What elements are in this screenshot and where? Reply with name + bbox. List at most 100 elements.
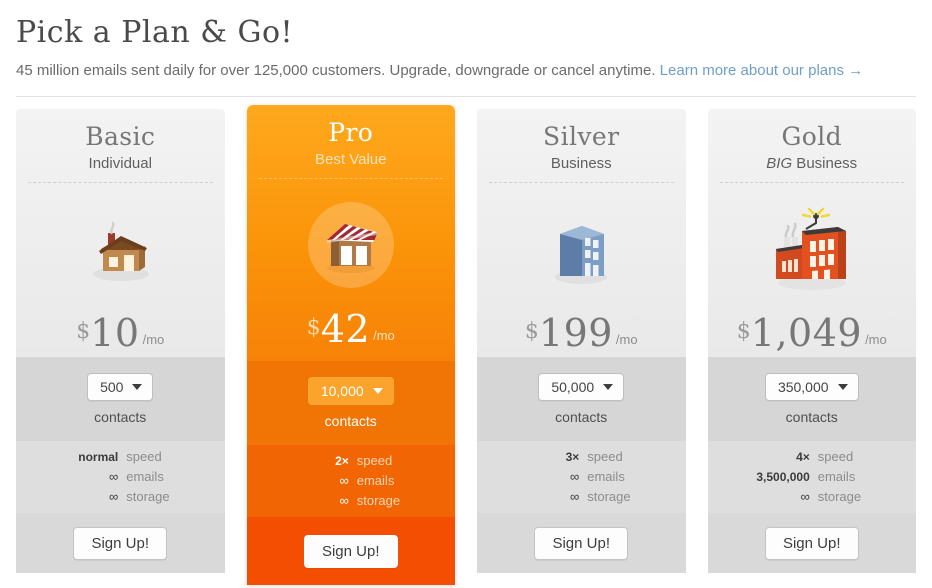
card-contacts-band: 500 contacts: [16, 357, 225, 441]
page-header: Pick a Plan & Go! 45 million emails sent…: [0, 0, 932, 80]
spec-key-speed: speed: [126, 448, 162, 464]
chevron-down-icon: [837, 384, 848, 390]
house-icon: [93, 221, 150, 281]
contacts-label: contacts: [94, 409, 147, 425]
card-top-band: Basic Individual $10/mo: [16, 109, 225, 357]
plan-name: Gold: [781, 122, 843, 151]
arrow-right-icon: →: [848, 61, 864, 79]
card-top-band: Pro Best Value $42/mo: [246, 105, 456, 361]
card-action-band: Sign Up!: [246, 517, 455, 585]
spec-row-emails: 3,500,000 emails: [726, 467, 899, 487]
pricing-card-pro: Pro Best Value $42/mo 10,000 contacts 2×: [246, 105, 456, 585]
contacts-value: 350,000: [777, 379, 829, 395]
plan-specs: normal speed ∞ emails ∞ storage: [16, 447, 225, 507]
signup-button[interactable]: Sign Up!: [764, 526, 859, 560]
plan-tagline: Individual: [88, 154, 152, 172]
plan-specs: 2× speed ∞ emails ∞ storage: [247, 451, 456, 511]
card-contacts-band: 50,000 contacts: [477, 357, 686, 441]
contacts-value: 50,000: [551, 379, 595, 395]
card-specs-band: 2× speed ∞ emails ∞ storage: [246, 445, 456, 517]
plan-price: $199/mo: [477, 311, 686, 355]
spec-row-emails: ∞ emails: [34, 467, 207, 487]
card-top-band: Gold BIG Business $1,049/mo: [707, 109, 917, 357]
contacts-select[interactable]: 10,000: [307, 377, 394, 405]
spec-row-storage: ∞ storage: [495, 487, 668, 507]
card-head: Basic Individual: [16, 109, 225, 172]
chevron-down-icon: [603, 384, 614, 390]
header-divider: [16, 96, 916, 97]
plan-name: Silver: [543, 122, 620, 151]
spec-key-emails: emails: [817, 468, 856, 484]
spec-key-storage: storage: [356, 493, 401, 509]
pricing-card-basic: Basic Individual $10/mo 500 contacts nor…: [16, 109, 225, 573]
plan-name: Pro: [328, 118, 374, 147]
price-period: /mo: [865, 331, 887, 347]
spec-row-storage: ∞ storage: [265, 491, 438, 511]
currency-symbol: $: [524, 318, 539, 344]
plan-specs: 4× speed 3,500,000 emails ∞ storage: [708, 447, 917, 507]
spec-row-speed: 2× speed: [265, 451, 438, 471]
spec-value-speed: 3×: [565, 449, 580, 464]
pricing-card-gold: Gold BIG Business $1,049/mo 350,000 cont…: [707, 109, 917, 573]
plan-tagline: BIG Business: [766, 154, 858, 172]
contacts-label: contacts: [555, 409, 608, 425]
currency-symbol: $: [76, 318, 91, 344]
contacts-select[interactable]: 50,000: [538, 373, 625, 401]
spec-value-emails: ∞: [108, 468, 119, 484]
pricing-card-silver: Silver Business $199/mo 50,000 contacts …: [477, 109, 686, 573]
spec-key-storage: storage: [126, 489, 170, 505]
card-dashed-divider: [489, 181, 674, 183]
card-dashed-divider: [258, 177, 443, 179]
spec-value-emails: ∞: [569, 468, 580, 484]
factory-icon: [775, 207, 846, 290]
spec-row-storage: ∞ storage: [726, 487, 899, 507]
card-specs-band: 4× speed 3,500,000 emails ∞ storage: [707, 441, 917, 513]
spec-key-emails: emails: [587, 468, 625, 484]
currency-symbol: $: [306, 314, 321, 340]
card-specs-band: normal speed ∞ emails ∞ storage: [16, 441, 225, 513]
page-title: Pick a Plan & Go!: [16, 15, 294, 50]
spec-value-emails: 3,500,000: [756, 469, 810, 484]
spec-key-speed: speed: [587, 448, 623, 464]
page-subtitle: 45 million emails sent daily for over 12…: [16, 61, 916, 81]
price-period: /mo: [142, 331, 165, 347]
chevron-down-icon: [372, 388, 383, 394]
spec-value-storage: ∞: [800, 489, 810, 505]
plan-tagline: Best Value: [315, 150, 387, 168]
price-value: 10: [90, 310, 140, 355]
plan-specs: 3× speed ∞ emails ∞ storage: [477, 447, 686, 507]
contacts-label: contacts: [324, 413, 377, 429]
signup-button[interactable]: Sign Up!: [73, 526, 168, 560]
pricing-cards: Basic Individual $10/mo 500 contacts nor…: [16, 105, 917, 585]
spec-key-storage: storage: [587, 489, 631, 505]
card-action-band: Sign Up!: [707, 513, 916, 573]
card-action-band: Sign Up!: [16, 513, 225, 573]
contacts-value: 10,000: [320, 383, 364, 399]
card-contacts-band: 350,000 contacts: [707, 357, 916, 441]
plan-tagline-emphasis: BIG: [766, 154, 793, 172]
signup-button[interactable]: Sign Up!: [534, 526, 629, 560]
learn-more-link[interactable]: Learn more about our plans →: [660, 62, 863, 79]
subtitle-text: 45 million emails sent daily for over 12…: [16, 61, 656, 79]
card-contacts-band: 10,000 contacts: [246, 361, 455, 445]
spec-key-speed: speed: [817, 448, 854, 464]
price-period: /mo: [373, 327, 395, 343]
currency-symbol: $: [736, 318, 751, 344]
spec-value-speed: 4×: [796, 449, 810, 464]
card-action-band: Sign Up!: [477, 513, 686, 573]
price-value: 1,049: [750, 310, 863, 355]
contacts-select[interactable]: 350,000: [764, 373, 859, 401]
spec-row-speed: 3× speed: [495, 447, 668, 467]
card-specs-band: 3× speed ∞ emails ∞ storage: [477, 441, 686, 513]
price-period: /mo: [615, 331, 638, 347]
spec-row-storage: ∞ storage: [34, 487, 207, 507]
plan-price: $42/mo: [247, 307, 456, 351]
contacts-select[interactable]: 500: [87, 373, 154, 401]
signup-button[interactable]: Sign Up!: [303, 534, 398, 568]
spec-row-speed: normal speed: [34, 447, 207, 467]
shop-awning-icon: [326, 223, 377, 273]
plan-icon: [708, 197, 917, 301]
plan-icon: [16, 197, 225, 301]
spec-value-emails: ∞: [339, 472, 349, 488]
spec-row-emails: ∞ emails: [495, 467, 668, 487]
